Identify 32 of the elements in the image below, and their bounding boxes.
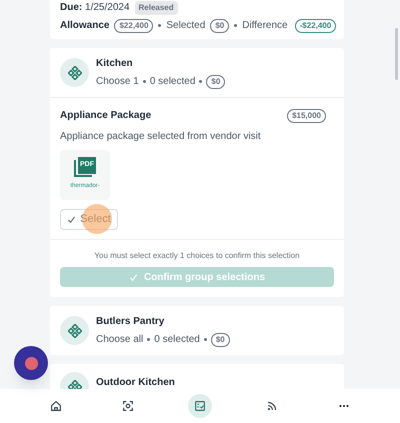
allowance-label: Allowance (60, 19, 110, 33)
selected-label: Selected (166, 19, 206, 33)
check-icon (67, 215, 76, 224)
price-badge: $15,000 (287, 108, 326, 122)
amount-badge: $22,400 (114, 18, 154, 32)
diamonds-icon (68, 66, 82, 80)
item-description: Appliance package selected from vendor visit (60, 130, 262, 144)
record-button[interactable] (14, 346, 48, 380)
selected-count: 0 selected (150, 75, 196, 89)
choose-rule: Choose 1 (96, 75, 139, 89)
choose-rule: Choose all (96, 333, 144, 347)
amount-badge: $0 (206, 74, 226, 88)
checklist-icon (193, 399, 207, 413)
home-icon (49, 399, 63, 413)
group-title: Outdoor Kitchen (96, 376, 175, 390)
difference-label: Difference (242, 19, 288, 33)
helper-text: You must select exactly 1 choices to confirm this selection (94, 250, 300, 262)
amount-badge: -$22,400 (294, 18, 336, 32)
group-title: Butlers Pantry (96, 315, 166, 329)
item-title: Appliance Package (60, 109, 152, 123)
nav-tab[interactable] (188, 394, 212, 418)
due-date: Due: 1/25/2024 (60, 1, 130, 15)
diamonds-icon (68, 324, 82, 338)
selected-count: 0 selected (154, 333, 200, 347)
amount-badge: $0 (210, 332, 230, 346)
amount-badge: $0 (210, 18, 230, 32)
check-icon (128, 272, 138, 282)
scrollbar[interactable] (395, 28, 398, 80)
status-badge: Released (134, 0, 178, 14)
group-title: Kitchen (96, 57, 134, 71)
scan-icon (121, 399, 135, 413)
feed-icon (265, 399, 279, 413)
